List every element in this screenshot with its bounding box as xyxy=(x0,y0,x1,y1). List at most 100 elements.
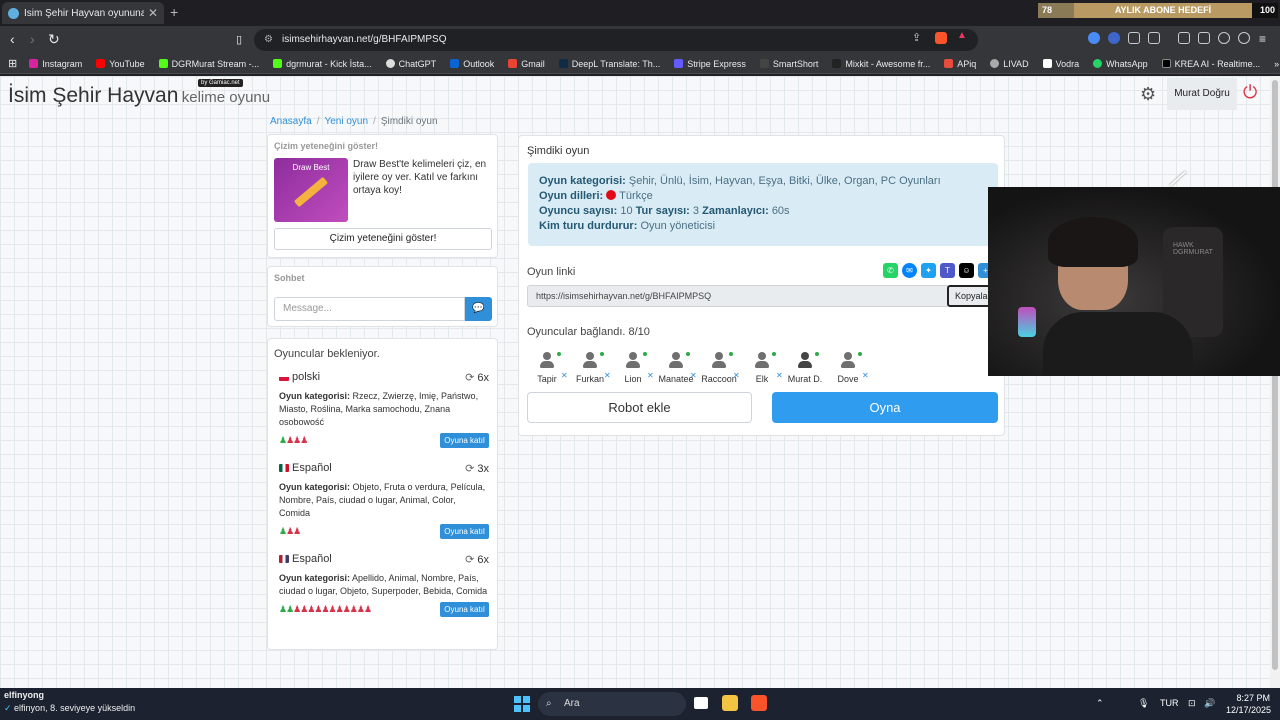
connected-players-title: Oyuncular bağlandı. 8/10 xyxy=(527,326,650,338)
kick-player-icon[interactable]: ✕ xyxy=(776,371,783,380)
url-input[interactable]: ⚙ isimsehirhayvan.net/g/BHFAIPMPSQ xyxy=(254,29,978,51)
join-game-button[interactable]: Oyuna katıl xyxy=(440,524,489,539)
game-language: Español xyxy=(292,462,332,474)
chat-title: Sohbet xyxy=(274,273,305,283)
taskbar-clock[interactable]: 8:27 PM 12/17/2025 xyxy=(1226,692,1271,716)
leo-ai-icon[interactable] xyxy=(1218,32,1230,44)
site-logo[interactable]: İsim Şehir Hayvan kelime oyunu by Gamiac… xyxy=(8,79,270,108)
info-label: Oyun kategorisi: xyxy=(539,175,626,187)
bookmark-item[interactable]: Gmail xyxy=(508,59,545,69)
volume-icon[interactable]: 🔊 xyxy=(1204,698,1215,709)
bookmark-item[interactable]: LIVAD xyxy=(990,59,1029,69)
task-view-icon[interactable] xyxy=(694,697,708,709)
user-button[interactable]: Murat Doğru xyxy=(1167,78,1237,110)
language-flag-icon xyxy=(279,464,289,472)
game-footer: ♟♟♟♟ Oyuna katıl xyxy=(279,433,489,449)
bookmark-item[interactable]: Vodra xyxy=(1042,59,1079,69)
bookmark-item[interactable]: DeepL Translate: Th... xyxy=(558,59,660,69)
bookmark-item[interactable]: DGRMurat Stream -... xyxy=(158,59,259,69)
bookmark-item[interactable]: ChatGPT xyxy=(385,59,436,69)
sidebar-icon[interactable] xyxy=(1178,32,1190,44)
twitter-share-icon[interactable]: ✦ xyxy=(921,263,936,278)
kick-player-icon[interactable]: ✕ xyxy=(604,371,611,380)
send-message-icon[interactable]: 💬 xyxy=(465,297,492,321)
bookmark-item[interactable]: APiq xyxy=(944,59,976,69)
share-icon[interactable]: ⇪ xyxy=(912,31,921,44)
teams-share-icon[interactable]: T xyxy=(940,263,955,278)
youtube-icon xyxy=(96,59,106,68)
kick-player-icon[interactable]: ✕ xyxy=(647,371,654,380)
page-scrollbar[interactable] xyxy=(1270,76,1280,688)
bookmark-item[interactable]: dgrmurat - Kick İsta... xyxy=(273,59,372,69)
apps-icon[interactable]: ⊞ xyxy=(8,57,17,70)
logout-power-icon[interactable]: ⏻ xyxy=(1243,82,1257,103)
bookmark-label: WhatsApp xyxy=(1106,58,1148,69)
file-explorer-icon[interactable] xyxy=(722,695,738,711)
reload-icon[interactable]: ↻ xyxy=(48,31,60,48)
forward-icon[interactable]: › xyxy=(30,31,35,47)
back-icon[interactable]: ‹ xyxy=(10,31,15,47)
chat-message-input[interactable]: Message... xyxy=(274,297,465,321)
network-icon[interactable]: ⊡ xyxy=(1188,698,1196,709)
breadcrumb-new-game[interactable]: Yeni oyun xyxy=(324,116,368,127)
bookmark-item[interactable]: KREA AI - Realtime... xyxy=(1161,59,1260,69)
join-game-button[interactable]: Oyuna katıl xyxy=(440,433,489,448)
snapchat-share-icon[interactable]: ☺ xyxy=(959,263,974,278)
bookmark-item[interactable]: SmartShort xyxy=(759,59,818,69)
bookmark-item[interactable]: WhatsApp xyxy=(1093,59,1148,69)
promo-button[interactable]: Çizim yeteneğini göster! xyxy=(274,228,492,250)
site-info-icon[interactable]: ⚙ xyxy=(264,29,273,51)
close-tab-icon[interactable]: ✕ xyxy=(148,6,158,20)
kick-player-icon[interactable]: ✕ xyxy=(690,371,697,380)
draw-best-image[interactable]: Draw Best xyxy=(274,158,348,222)
bookmark-item[interactable]: YouTube xyxy=(96,59,145,69)
bookmark-item[interactable]: Outlook xyxy=(450,59,494,69)
wallet-icon[interactable] xyxy=(1198,32,1210,44)
timer-value: 60s xyxy=(771,205,790,217)
bookmark-item[interactable]: Stripe Express xyxy=(674,59,746,69)
start-windows-icon[interactable] xyxy=(514,696,530,712)
vpn-icon[interactable] xyxy=(1238,32,1250,44)
browser-tab[interactable]: İsim Şehir Hayvan oyununa katıl ✕ xyxy=(2,2,164,24)
taskbar-search[interactable]: ⌕ Ara xyxy=(538,692,686,716)
add-robot-button[interactable]: Robot ekle xyxy=(527,392,752,423)
player-avatar-icon xyxy=(795,350,815,370)
game-link-field[interactable]: https://isimsehirhayvan.net/g/BHFAIPMPSQ xyxy=(527,285,949,307)
extension-icon[interactable] xyxy=(1148,32,1160,44)
new-tab-icon[interactable]: + xyxy=(170,4,178,20)
show-hidden-icons-icon[interactable]: ⌃ xyxy=(1096,698,1104,709)
game-categories: Oyun kategorisi: Objeto, Fruta o verdura… xyxy=(279,481,489,520)
subscriber-goal-overlay: 78 AYLIK ABONE HEDEFİ 100 xyxy=(1038,3,1278,18)
breadcrumb-home[interactable]: Anasayfa xyxy=(270,116,312,127)
player-avatar-icon xyxy=(752,350,772,370)
game-categories: Oyun kategorisi: Rzecz, Zwierzę, Imię, P… xyxy=(279,390,489,429)
extension-icon[interactable] xyxy=(1108,32,1120,44)
kick-player-icon[interactable]: ✕ xyxy=(862,371,869,380)
notification-user: elfinyong xyxy=(4,690,44,700)
open-slot-icon: ♟ xyxy=(300,435,308,445)
kick-player-icon[interactable]: ✕ xyxy=(561,371,568,380)
extension-icon[interactable] xyxy=(1088,32,1100,44)
breadcrumb-current: Şimdiki oyun xyxy=(380,116,438,127)
brave-rewards-icon[interactable]: ▲ xyxy=(957,30,969,42)
player-name: Murat D. xyxy=(787,374,823,384)
messenger-share-icon[interactable]: ✉ xyxy=(902,263,917,278)
bookmark-item[interactable]: Mixkit - Awesome fr... xyxy=(832,59,930,69)
more-bookmarks-icon[interactable]: » xyxy=(1274,59,1279,69)
deepl-icon xyxy=(558,59,568,68)
keyboard-language[interactable]: TUR xyxy=(1160,698,1179,708)
join-game-button[interactable]: Oyuna katıl xyxy=(440,602,489,617)
extensions-icon[interactable] xyxy=(1128,32,1140,44)
goal-current: 78 xyxy=(1038,3,1074,18)
brave-browser-icon[interactable] xyxy=(751,695,767,711)
settings-gear-icon[interactable]: ⚙ xyxy=(1140,84,1156,105)
brave-shields-icon[interactable] xyxy=(935,32,947,44)
play-button[interactable]: Oyna xyxy=(772,392,998,423)
bookmark-item[interactable]: Instagram xyxy=(29,59,82,69)
bookmark-page-icon[interactable]: ▯ xyxy=(236,33,242,46)
kick-player-icon[interactable]: ✕ xyxy=(733,371,740,380)
microphone-icon[interactable]: 🎙 xyxy=(1138,698,1149,709)
notification-text: elfinyon, 8. seviyeye yükseldin xyxy=(14,703,136,713)
menu-icon[interactable]: ≡ xyxy=(1259,32,1266,46)
whatsapp-share-icon[interactable]: ✆ xyxy=(883,263,898,278)
